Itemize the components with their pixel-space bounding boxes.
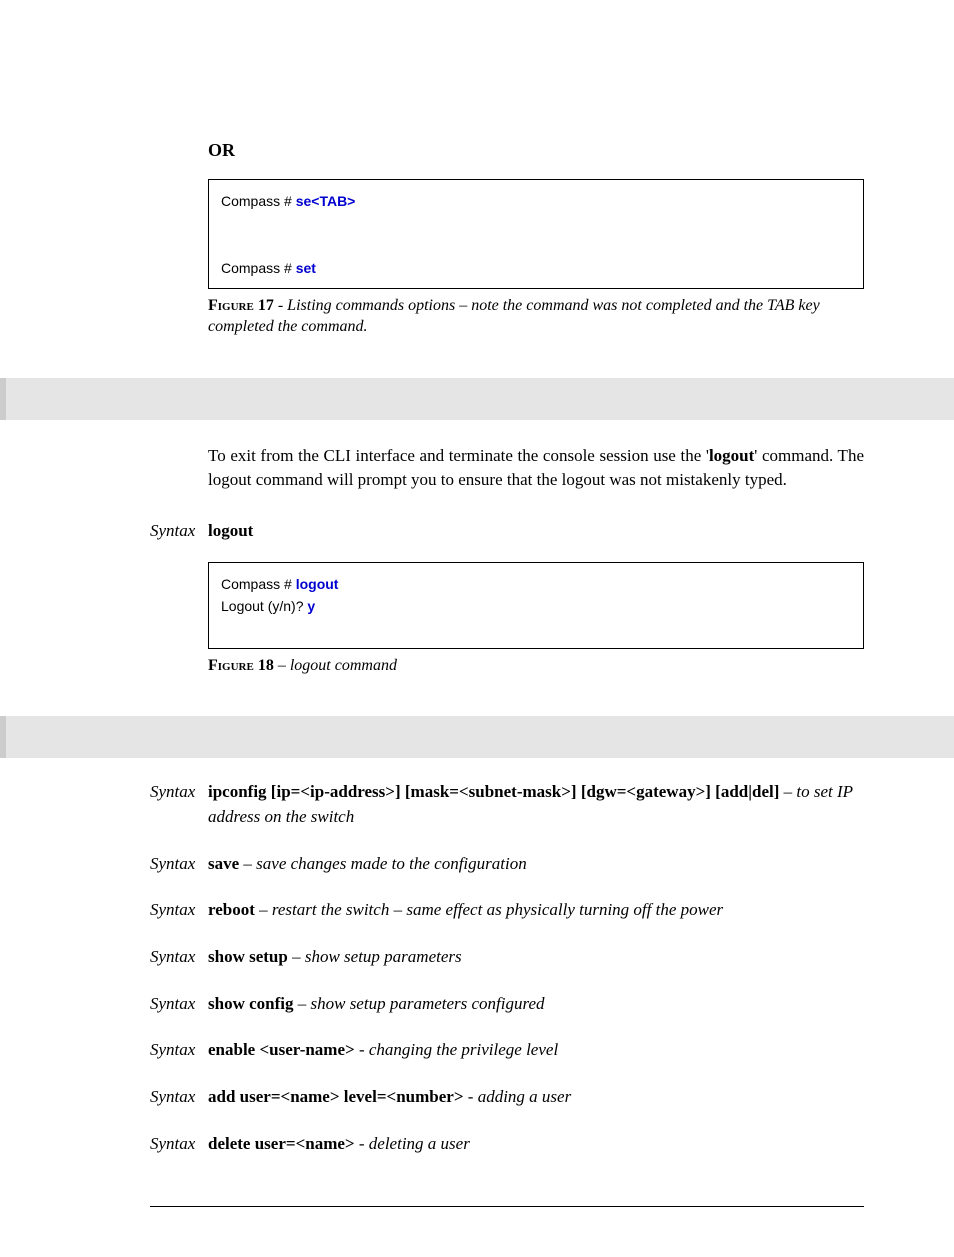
syntax-row: Syntax ipconfig [ip=<ip-address>] [mask=… [150,780,864,829]
figure-sep: – [274,657,290,674]
figure-label: Figure 18 [208,657,274,674]
syntax-command: logout [208,521,253,540]
figure-description: Listing commands options – note the comm… [208,297,820,336]
syntax-command: delete user=<name> [208,1134,355,1153]
syntax-content: delete user=<name> - deleting a user [208,1132,864,1157]
code-line: Compass # set [221,257,851,279]
syntax-content: logout [208,519,864,544]
syntax-sep: – [779,782,796,801]
syntax-label: Syntax [150,1038,208,1063]
exit-paragraph: To exit from the CLI interface and termi… [208,444,864,493]
section-divider-bar [0,378,954,420]
syntax-row: Syntax enable <user-name> - changing the… [150,1038,864,1063]
prompt-text: Compass # [221,193,296,209]
syntax-sep: - [464,1087,478,1106]
syntax-row: Syntax save – save changes made to the c… [150,852,864,877]
page-content: OR Compass # se<TAB> Compass # set Figur… [0,0,954,1257]
footer-rule [150,1206,864,1207]
syntax-command: ipconfig [ip=<ip-address>] [mask=<subnet… [208,782,779,801]
syntax-command: save [208,854,239,873]
syntax-sep: – [239,854,256,873]
syntax-description: changing the privilege level [369,1040,558,1059]
syntax-sep: – [288,947,305,966]
syntax-content: show setup – show setup parameters [208,945,864,970]
figure-label: Figure 17 [208,297,274,314]
typed-command: set [296,260,316,276]
syntax-label: Syntax [150,519,208,544]
typed-command: y [307,598,315,614]
syntax-content: save – save changes made to the configur… [208,852,864,877]
typed-command: se<TAB> [296,193,356,209]
syntax-description: show setup parameters configured [310,994,544,1013]
code-box-18: Compass # logout Logout (y/n)? y [208,562,864,649]
typed-command: logout [296,576,339,592]
syntax-row-logout: Syntax logout [150,519,864,544]
figure-description: logout command [290,657,397,674]
syntax-command: show config [208,994,293,1013]
syntax-content: ipconfig [ip=<ip-address>] [mask=<subnet… [208,780,864,829]
syntax-command: enable <user-name> [208,1040,355,1059]
logout-keyword: logout [709,446,754,465]
syntax-command: show setup [208,947,288,966]
syntax-sep: – [293,994,310,1013]
syntax-label: Syntax [150,992,208,1017]
prompt-text: Compass # [221,260,296,276]
para-text: To exit from the CLI interface and termi… [208,446,709,465]
syntax-description: deleting a user [369,1134,470,1153]
syntax-sep: - [355,1134,369,1153]
code-line: Compass # logout [221,573,851,595]
syntax-content: enable <user-name> - changing the privil… [208,1038,864,1063]
code-line: Compass # se<TAB> [221,190,851,212]
syntax-content: reboot – restart the switch – same effec… [208,898,864,923]
syntax-label: Syntax [150,780,208,805]
syntax-command: reboot [208,900,255,919]
syntax-row: Syntax show config – show setup paramete… [150,992,864,1017]
syntax-row: Syntax show setup – show setup parameter… [150,945,864,970]
syntax-row: Syntax add user=<name> level=<number> - … [150,1085,864,1110]
code-box-17: Compass # se<TAB> Compass # set [208,179,864,289]
syntax-description: restart the switch – same effect as phys… [272,900,723,919]
output-text: Logout (y/n)? [221,598,307,614]
syntax-row: Syntax reboot – restart the switch – sam… [150,898,864,923]
syntax-list: Syntax ipconfig [ip=<ip-address>] [mask=… [150,780,864,1156]
syntax-description: show setup parameters [305,947,462,966]
section-divider-bar [0,716,954,758]
syntax-command: add user=<name> level=<number> [208,1087,464,1106]
figure-18-caption: Figure 18 – logout command [208,655,864,677]
syntax-sep: - [355,1040,369,1059]
syntax-description: save changes made to the configuration [256,854,527,873]
or-heading: OR [208,140,864,161]
figure-17-caption: Figure 17 - Listing commands options – n… [208,295,864,338]
figure-sep: - [274,297,287,314]
prompt-text: Compass # [221,576,296,592]
syntax-label: Syntax [150,898,208,923]
syntax-label: Syntax [150,1085,208,1110]
code-blank-line [221,212,851,234]
syntax-label: Syntax [150,945,208,970]
syntax-content: add user=<name> level=<number> - adding … [208,1085,864,1110]
syntax-description: adding a user [478,1087,572,1106]
code-blank-line [221,617,851,639]
syntax-label: Syntax [150,852,208,877]
syntax-content: show config – show setup parameters conf… [208,992,864,1017]
syntax-row: Syntax delete user=<name> - deleting a u… [150,1132,864,1157]
code-line: Logout (y/n)? y [221,595,851,617]
code-blank-line [221,235,851,257]
syntax-label: Syntax [150,1132,208,1157]
syntax-sep: – [255,900,272,919]
